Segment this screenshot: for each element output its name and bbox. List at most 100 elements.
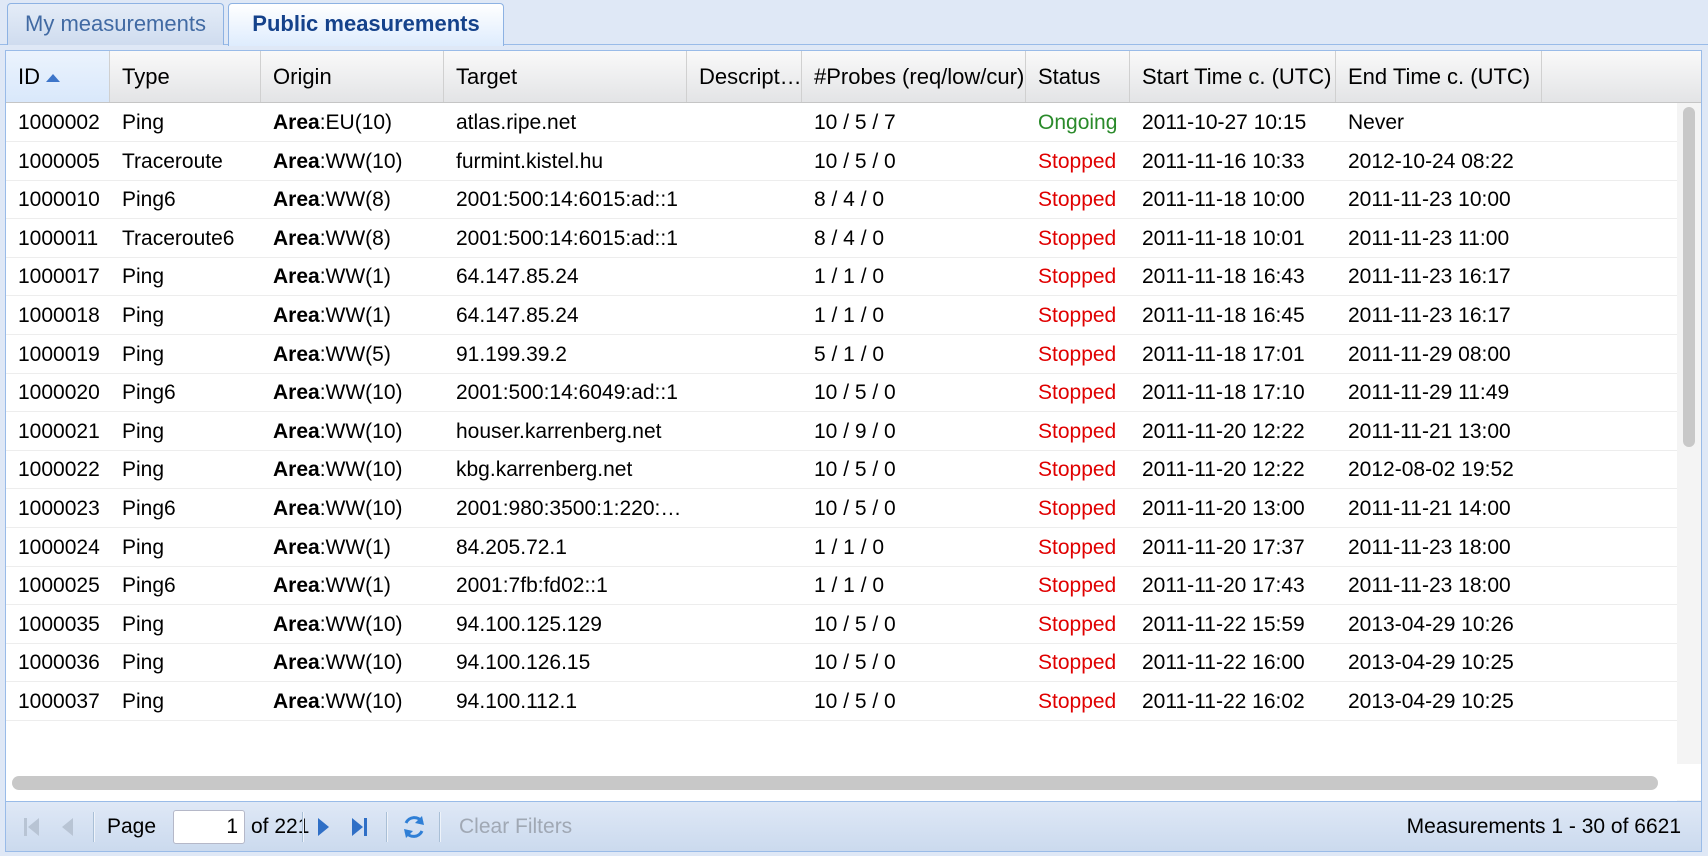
column-header-target[interactable]: Target [444, 51, 687, 102]
cell-start-time: 2011-11-18 16:43 [1142, 265, 1305, 288]
cell-status: Stopped [1038, 343, 1117, 366]
cell-end-time: 2011-11-23 16:17 [1348, 304, 1511, 327]
column-header-probes[interactable]: #Probes (req/low/cur) [802, 51, 1026, 102]
table-row[interactable]: 1000022 Ping Area:WW(10) kbg.karrenberg.net… [6, 450, 1677, 489]
cell-type: Traceroute6 [122, 227, 235, 250]
table-row[interactable]: 1000025 Ping6 Area:WW(1) 2001:7fb:fd02::1 1 … [6, 566, 1677, 605]
origin-value: :WW(1) [319, 265, 391, 288]
column-header-start-time[interactable]: Start Time c. (UTC) [1130, 51, 1336, 102]
origin-prefix: Area [273, 420, 320, 443]
cell-target: 94.100.126.15 [456, 651, 591, 674]
clear-filters-button[interactable]: Clear Filters [459, 802, 572, 852]
toolbar-separator [439, 812, 441, 842]
cell-end-time: 2011-11-29 08:00 [1348, 343, 1511, 366]
table-row[interactable]: 1000020 Ping6 Area:WW(10) 2001:500:14:6049:… [6, 373, 1677, 412]
cell-start-time: 2011-11-22 15:59 [1142, 613, 1305, 636]
table-row[interactable]: 1000037 Ping Area:WW(10) 94.100.112.1 10 / 5… [6, 682, 1677, 721]
cell-start-time: 2011-11-20 17:43 [1142, 574, 1305, 597]
cell-id: 1000023 [18, 497, 100, 520]
tab-my-measurements[interactable]: My measurements [7, 3, 224, 45]
table-row[interactable]: 1000021 Ping Area:WW(10) houser.karrenberg.… [6, 412, 1677, 451]
cell-probes: 10 / 5 / 0 [814, 690, 896, 713]
cell-target: houser.karrenberg.net [456, 420, 662, 443]
last-page-icon[interactable] [345, 813, 373, 841]
cell-type: Ping [122, 613, 165, 636]
column-header-description[interactable]: Descript… [687, 51, 802, 102]
first-page-icon[interactable] [18, 813, 46, 841]
cell-origin: Area:WW(10) [261, 605, 444, 644]
column-header-id[interactable]: ID [6, 51, 110, 102]
cell-target: 2001:500:14:6015:ad::1 [456, 188, 678, 211]
table-row[interactable]: 1000010 Ping6 Area:WW(8) 2001:500:14:6015:a… [6, 180, 1677, 219]
cell-probes: 5 / 1 / 0 [814, 343, 885, 366]
cell-target: 2001:7fb:fd02::1 [456, 574, 608, 597]
cell-type: Ping6 [122, 497, 176, 520]
column-header-status[interactable]: Status [1026, 51, 1130, 102]
cell-origin: Area:WW(10) [261, 373, 444, 412]
cell-start-time: 2011-11-22 16:02 [1142, 690, 1305, 713]
origin-value: :WW(5) [319, 343, 391, 366]
cell-type: Ping [122, 651, 165, 674]
cell-id: 1000018 [18, 304, 100, 327]
origin-prefix: Area [273, 111, 320, 134]
cell-probes: 10 / 5 / 0 [814, 458, 896, 481]
next-page-icon[interactable] [309, 813, 337, 841]
cell-start-time: 2011-11-20 12:22 [1142, 458, 1305, 481]
prev-page-icon[interactable] [54, 813, 82, 841]
cell-description [687, 219, 802, 258]
cell-origin: Area:WW(10) [261, 643, 444, 682]
cell-id: 1000010 [18, 188, 100, 211]
cell-type: Ping [122, 536, 165, 559]
cell-start-time: 2011-11-22 16:00 [1142, 651, 1305, 674]
cell-start-time: 2011-11-18 17:01 [1142, 343, 1305, 366]
cell-target: furmint.kistel.hu [456, 150, 604, 173]
table-row[interactable]: 1000005 Traceroute Area:WW(10) furmint.kist… [6, 142, 1677, 181]
table-row[interactable]: 1000017 Ping Area:WW(1) 64.147.85.24 1 / 1 /… [6, 257, 1677, 296]
column-header-origin[interactable]: Origin [261, 51, 444, 102]
cell-description [687, 180, 802, 219]
cell-probes: 10 / 5 / 0 [814, 381, 896, 404]
table-row[interactable]: 1000035 Ping Area:WW(10) 94.100.125.129 10 /… [6, 605, 1677, 644]
cell-end-time: 2013-04-29 10:25 [1348, 690, 1514, 713]
page-number-input[interactable] [173, 810, 245, 844]
cell-status: Stopped [1038, 150, 1117, 173]
table-row[interactable]: 1000002 Ping Area:EU(10) atlas.ripe.net 10 /… [6, 103, 1677, 142]
cell-origin: Area:WW(10) [261, 142, 444, 181]
origin-prefix: Area [273, 536, 320, 559]
cell-description [687, 605, 802, 644]
vertical-scroll-thumb[interactable] [1683, 107, 1695, 447]
page-count-label: of 221 [251, 815, 310, 838]
horizontal-scrollbar[interactable] [6, 764, 1701, 800]
cell-status: Stopped [1038, 574, 1117, 597]
table-row[interactable]: 1000023 Ping6 Area:WW(10) 2001:980:3500:1:2… [6, 489, 1677, 528]
toolbar-separator [302, 812, 304, 842]
table-row[interactable]: 1000036 Ping Area:WW(10) 94.100.126.15 10 / … [6, 643, 1677, 682]
cell-probes: 10 / 5 / 0 [814, 613, 896, 636]
cell-origin: Area:WW(1) [261, 257, 444, 296]
cell-status: Stopped [1038, 497, 1117, 520]
origin-prefix: Area [273, 690, 320, 713]
cell-target: 94.100.125.129 [456, 613, 602, 636]
refresh-icon[interactable] [400, 813, 428, 841]
grid-body: 1000002 Ping Area:EU(10) atlas.ripe.net 10 /… [6, 103, 1677, 801]
table-row[interactable]: 1000018 Ping Area:WW(1) 64.147.85.24 1 / 1 /… [6, 296, 1677, 335]
cell-probes: 10 / 5 / 0 [814, 651, 896, 674]
cell-origin: Area:WW(1) [261, 528, 444, 567]
tab-public-measurements[interactable]: Public measurements [228, 3, 504, 46]
page-label: Page [107, 815, 157, 838]
table-row[interactable]: 1000011 Traceroute6 Area:WW(8) 2001:500:14:… [6, 219, 1677, 258]
cell-probes: 10 / 5 / 0 [814, 150, 896, 173]
cell-target: 2001:500:14:6015:ad::1 [456, 227, 678, 250]
column-header-end-time[interactable]: End Time c. (UTC) [1336, 51, 1542, 102]
table-row[interactable]: 1000019 Ping Area:WW(5) 91.199.39.2 5 / 1 / … [6, 335, 1677, 374]
cell-origin: Area:WW(1) [261, 296, 444, 335]
cell-end-time: 2012-08-02 19:52 [1348, 458, 1514, 481]
column-header-type[interactable]: Type [110, 51, 261, 102]
horizontal-scroll-thumb[interactable] [12, 776, 1658, 790]
table-row[interactable]: 1000024 Ping Area:WW(1) 84.205.72.1 1 / 1 / … [6, 528, 1677, 567]
origin-value: :WW(10) [319, 651, 403, 674]
cell-start-time: 2011-11-20 12:22 [1142, 420, 1305, 443]
vertical-scrollbar[interactable] [1677, 103, 1701, 801]
cell-type: Ping [122, 111, 165, 134]
cell-origin: Area:WW(8) [261, 219, 444, 258]
